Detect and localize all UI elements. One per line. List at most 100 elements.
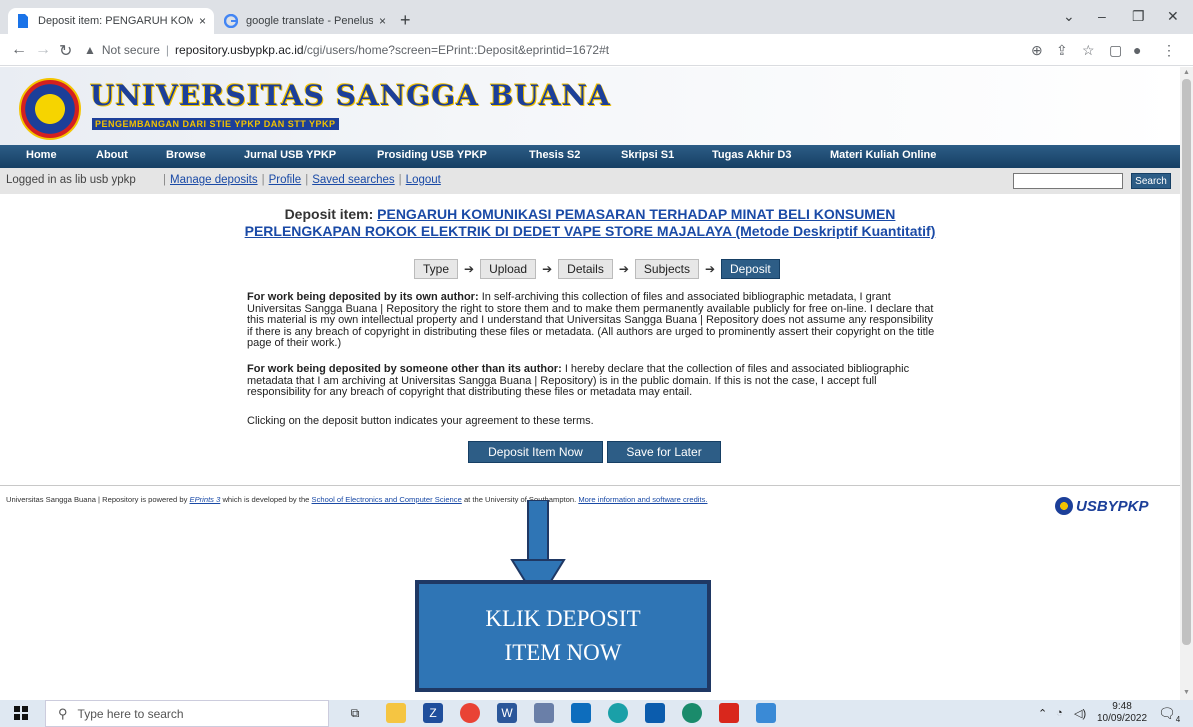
tab-deposit-item[interactable]: Deposit item: PENGARUH KOMU × xyxy=(8,8,214,34)
side-panel-icon[interactable]: ▢ xyxy=(1109,42,1122,59)
arrow-right-icon: ➔ xyxy=(542,261,553,276)
step-upload[interactable]: Upload xyxy=(480,258,537,279)
main-menu: Home About Browse Jurnal USB YPKP Prosid… xyxy=(0,145,1180,168)
usbypkp-logo[interactable]: USBYPKP xyxy=(1055,497,1149,515)
wifi-icon[interactable]: ◔ xyxy=(1056,707,1063,719)
logged-in-label: Logged in as lib usb ypkp xyxy=(6,174,136,186)
reload-icon[interactable]: ↻ xyxy=(59,41,72,61)
close-icon[interactable]: × xyxy=(379,14,386,28)
footer-credits: Universitas Sangga Buana | Repository is… xyxy=(6,495,708,504)
agreement-text: Clicking on the deposit button indicates… xyxy=(247,415,594,427)
address-bar[interactable]: ▲ Not secure | repository.usbypkp.ac.id /… xyxy=(84,38,1024,62)
chevron-up-icon[interactable]: ⌃ xyxy=(1038,707,1047,720)
other-author-heading: For work being deposited by someone othe… xyxy=(247,363,562,375)
own-author-heading: For work being deposited by its own auth… xyxy=(247,291,479,303)
tab-search-icon[interactable]: ⌄ xyxy=(1063,8,1075,25)
link-more-info[interactable]: More information and software credits. xyxy=(578,495,707,504)
mail-icon[interactable] xyxy=(571,703,591,723)
menu-skripsi[interactable]: Skripsi S1 xyxy=(621,149,674,161)
clock[interactable]: 9:48 10/09/2022 xyxy=(1097,701,1147,725)
menu-thesis[interactable]: Thesis S2 xyxy=(529,149,580,161)
restore-button[interactable]: ❐ xyxy=(1132,8,1145,25)
university-logo[interactable] xyxy=(19,78,81,140)
close-window-button[interactable]: ✕ xyxy=(1167,8,1179,25)
chrome-canary-icon[interactable] xyxy=(682,703,702,723)
forward-icon[interactable]: → xyxy=(35,41,51,59)
file-explorer-icon[interactable] xyxy=(386,703,406,723)
footer-logo-text: USBYPKP xyxy=(1076,497,1149,515)
menu-browse[interactable]: Browse xyxy=(166,149,206,161)
step-subjects[interactable]: Subjects xyxy=(634,258,699,279)
word-icon[interactable]: W xyxy=(497,703,517,723)
link-saved-searches[interactable]: Saved searches xyxy=(312,174,394,186)
camera-icon[interactable] xyxy=(534,703,554,723)
app-icon[interactable]: Z xyxy=(423,703,443,723)
back-icon[interactable]: ← xyxy=(11,41,27,59)
google-icon xyxy=(224,14,238,28)
menu-about[interactable]: About xyxy=(96,149,128,161)
link-profile[interactable]: Profile xyxy=(269,174,302,186)
page-title: Deposit item: PENGARUH KOMUNIKASI PEMASA… xyxy=(240,206,940,240)
search-input[interactable] xyxy=(1013,173,1123,189)
browser-tab-strip: Deposit item: PENGARUH KOMU × google tra… xyxy=(0,0,1193,34)
link-eprints[interactable]: EPrints 3 xyxy=(190,495,221,504)
deposit-item-now-button[interactable]: Deposit Item Now xyxy=(468,441,603,463)
scrollbar-thumb[interactable] xyxy=(1182,79,1191,645)
notification-count: 4 xyxy=(1175,714,1181,724)
menu-tugas-akhir[interactable]: Tugas Akhir D3 xyxy=(712,149,791,161)
scroll-up-icon[interactable]: ▲ xyxy=(1183,69,1190,76)
site-name: UNIVERSITAS SANGGA BUANA xyxy=(90,79,611,112)
annotation-line-2: ITEM NOW xyxy=(504,640,622,665)
footer-divider xyxy=(0,485,1180,486)
taskbar-search-placeholder: Type here to search xyxy=(77,706,184,721)
menu-materi-kuliah[interactable]: Materi Kuliah Online xyxy=(830,149,936,161)
task-view-icon[interactable]: ⧉ xyxy=(345,703,365,723)
search-button[interactable]: Search xyxy=(1131,173,1171,189)
minimize-button[interactable]: – xyxy=(1098,8,1106,24)
taskbar-search-input[interactable]: ⚲ Type here to search xyxy=(45,700,329,727)
link-logout[interactable]: Logout xyxy=(406,174,441,186)
time: 9:48 xyxy=(1112,701,1132,712)
site-banner: UNIVERSITAS SANGGA BUANA PENGEMBANGAN DA… xyxy=(0,67,1180,145)
edge-icon[interactable] xyxy=(608,703,628,723)
step-deposit[interactable]: Deposit xyxy=(721,258,780,279)
chrome-icon[interactable] xyxy=(460,703,480,723)
annotation-callout: KLIK DEPOSIT ITEM NOW xyxy=(415,580,711,692)
step-details[interactable]: Details xyxy=(558,258,613,279)
footer-middle: which is developed by the xyxy=(222,495,310,504)
login-bar: Logged in as lib usb ypkp | Manage deposi… xyxy=(0,168,1180,194)
security-status: Not secure xyxy=(101,43,160,57)
step-type[interactable]: Type xyxy=(414,258,459,279)
acrobat-icon[interactable] xyxy=(719,703,739,723)
zoom-icon[interactable]: ⊕ xyxy=(1031,42,1043,59)
windows-start-icon[interactable] xyxy=(14,706,28,723)
share-icon[interactable]: ⇪ xyxy=(1056,42,1068,59)
tab-google-translate[interactable]: google translate - Penelusuran G × xyxy=(216,8,394,34)
page-scrollbar[interactable]: ▲ ▼ xyxy=(1180,67,1193,700)
link-manage-deposits[interactable]: Manage deposits xyxy=(170,174,258,186)
notification-icon[interactable]: 🗨4 xyxy=(1158,705,1180,724)
save-for-later-button[interactable]: Save for Later xyxy=(607,441,721,463)
menu-home[interactable]: Home xyxy=(26,149,57,161)
profile-icon[interactable]: ● xyxy=(1133,42,1141,58)
tab-title: google translate - Penelusuran G xyxy=(246,15,373,27)
workflow-steps: Type ➔ Upload ➔ Details ➔ Subjects ➔ Dep… xyxy=(414,258,780,279)
title-prefix: Deposit item: xyxy=(284,206,374,222)
close-icon[interactable]: × xyxy=(199,14,206,28)
store-icon[interactable] xyxy=(645,703,665,723)
new-tab-button[interactable]: + xyxy=(400,10,411,31)
date: 10/09/2022 xyxy=(1097,713,1148,724)
site-tagline: PENGEMBANGAN DARI STIE YPKP DAN STT YPKP xyxy=(92,118,339,130)
scroll-down-icon[interactable]: ▼ xyxy=(1183,689,1190,696)
bookmark-star-icon[interactable]: ☆ xyxy=(1082,42,1095,59)
address-toolbar: ← → ↻ ▲ Not secure | repository.usbypkp.… xyxy=(0,34,1193,66)
menu-kebab-icon[interactable]: ⋮ xyxy=(1162,42,1176,59)
warning-icon[interactable]: ▲ xyxy=(84,43,96,57)
menu-prosiding[interactable]: Prosiding USB YPKP xyxy=(377,149,487,161)
url-path: /cgi/users/home?screen=EPrint::Deposit&e… xyxy=(303,43,610,57)
photos-icon[interactable] xyxy=(756,703,776,723)
volume-icon[interactable]: ◁) xyxy=(1074,707,1086,720)
tab-title: Deposit item: PENGARUH KOMU xyxy=(38,15,193,27)
menu-jurnal[interactable]: Jurnal USB YPKP xyxy=(244,149,336,161)
link-school[interactable]: School of Electronics and Computer Scien… xyxy=(312,495,462,504)
